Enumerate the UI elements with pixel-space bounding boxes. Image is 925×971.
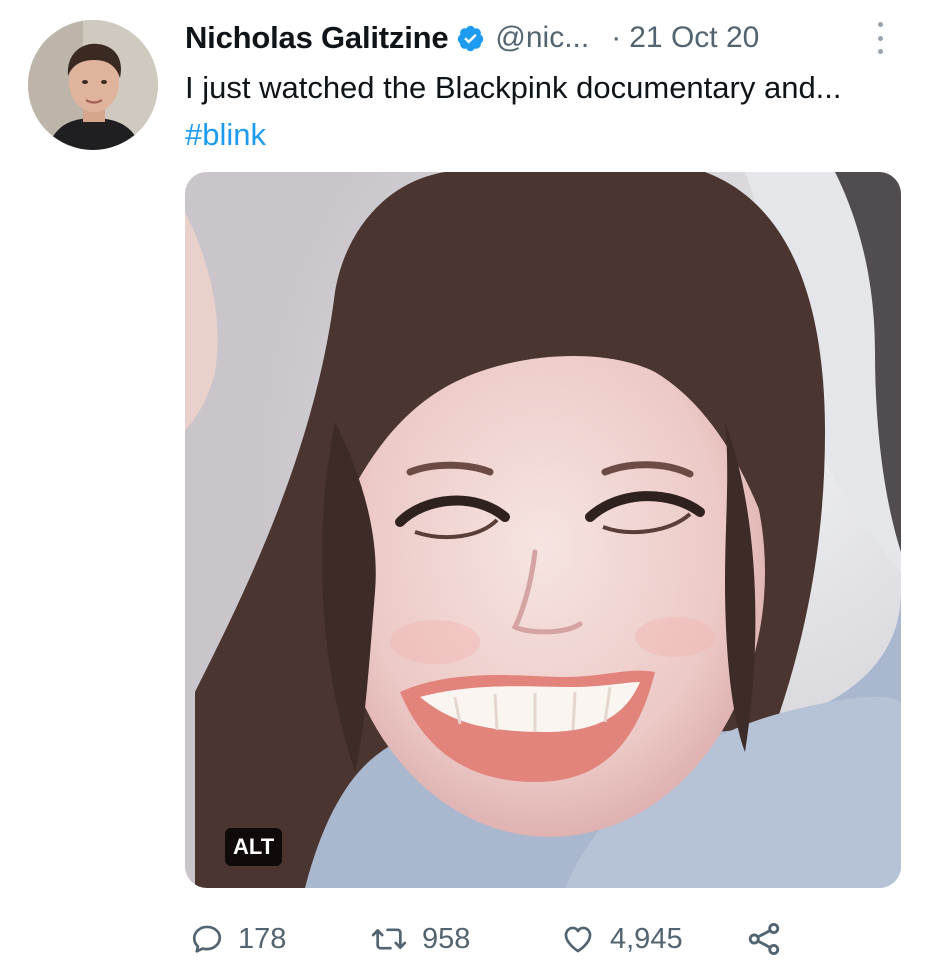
heart-icon [564,926,592,953]
reply-button[interactable]: 178 [190,918,286,960]
tweet-actions: 178 958 4,945 [190,918,810,960]
like-count: 4,945 [610,922,683,955]
hashtag-link[interactable]: #blink [185,117,266,152]
media-photo [185,172,901,888]
more-options-icon[interactable] [872,22,888,54]
alt-text-badge[interactable]: ALT [225,828,283,866]
like-button[interactable]: 4,945 [560,918,683,960]
reply-count: 178 [238,922,287,955]
tweet-body: I just watched the Blackpink documentary… [185,70,842,105]
tweet-text: I just watched the Blackpink documentary… [185,64,885,158]
handle[interactable]: @nic... [495,21,589,55]
retweet-count: 958 [422,922,471,955]
tweet-media[interactable]: ALT [185,172,901,888]
separator-dot: · [611,21,622,54]
verified-badge-icon [456,24,485,53]
share-icon [748,923,780,955]
tweet-date[interactable]: 21 Oct 20 [629,21,759,55]
share-button[interactable] [746,918,782,960]
retweet-icon [371,928,407,950]
reply-icon [192,925,222,953]
retweet-button[interactable]: 958 [370,918,470,960]
avatar-image [28,20,158,150]
tweet-header: Nicholas Galitzine @nic... · 21 Oct 20 [185,16,759,60]
avatar[interactable] [28,20,158,150]
display-name[interactable]: Nicholas Galitzine [185,20,449,56]
